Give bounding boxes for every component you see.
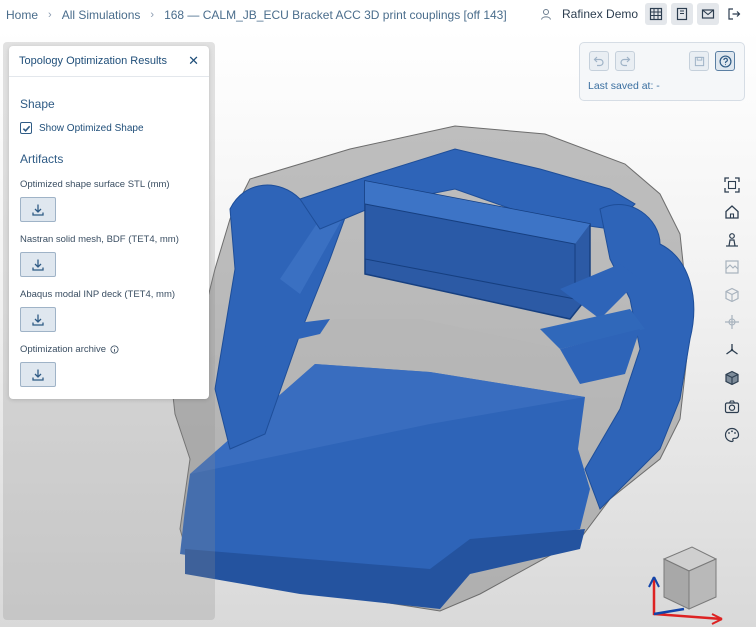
save-button[interactable] (689, 51, 709, 71)
download-stl-button[interactable] (20, 197, 56, 222)
checkmark-icon (22, 125, 30, 132)
color-button[interactable] (722, 425, 742, 445)
mail-icon (701, 9, 715, 19)
home-view-button[interactable] (722, 202, 742, 222)
artifact-label: Optimized shape surface STL (mm) (20, 179, 170, 190)
help-button[interactable] (715, 51, 735, 71)
table-view-button[interactable] (645, 3, 667, 25)
view-cube[interactable] (644, 539, 739, 627)
axes-icon (726, 344, 738, 355)
user-menu[interactable]: Rafinex Demo (540, 7, 638, 21)
palette-icon (724, 427, 740, 443)
save-toolbar: Last saved at: - (579, 42, 745, 101)
download-icon (32, 369, 44, 381)
user-name: Rafinex Demo (562, 7, 639, 21)
person-view-button[interactable] (722, 230, 742, 250)
mail-button[interactable] (697, 3, 719, 25)
help-icon (718, 54, 732, 68)
shape-section-title: Shape (20, 97, 55, 111)
artifact-label: Abaqus modal INP deck (TET4, mm) (20, 289, 176, 300)
section-button[interactable] (722, 312, 742, 332)
show-optimized-checkbox[interactable] (20, 122, 32, 134)
download-icon (32, 314, 44, 326)
undo-icon (593, 56, 604, 67)
close-icon[interactable]: ✕ (188, 53, 199, 69)
breadcrumb-all-simulations[interactable]: All Simulations (62, 8, 141, 22)
screenshot-button[interactable] (722, 397, 742, 417)
artifact-label: Optimization archive (20, 344, 107, 355)
redo-icon (620, 56, 631, 67)
artifacts-section-title: Artifacts (20, 152, 64, 166)
crosshair-icon (725, 315, 739, 329)
person-icon (726, 233, 738, 247)
texture-icon (725, 260, 739, 274)
artifact-label: Nastran solid mesh, BDF (TET4, mm) (20, 234, 179, 245)
fit-view-button[interactable] (722, 175, 742, 195)
redo-button[interactable] (615, 51, 635, 71)
breadcrumb: Home › All Simulations › 168 — CALM_JB_E… (0, 8, 507, 22)
save-icon (694, 56, 704, 66)
logout-button[interactable] (723, 3, 745, 25)
download-archive-button[interactable] (20, 362, 56, 387)
topology-results-panel: Topology Optimization Results ✕ Shape Sh… (9, 46, 209, 399)
breadcrumb-current: 168 — CALM_JB_ECU Bracket ACC 3D print c… (164, 7, 507, 22)
axes-button[interactable] (722, 340, 742, 360)
download-inp-button[interactable] (20, 307, 56, 332)
box-icon (725, 370, 739, 386)
texture-toggle-button[interactable] (722, 257, 742, 277)
download-icon (32, 259, 44, 271)
top-bar: Home › All Simulations › 168 — CALM_JB_E… (0, 0, 756, 29)
last-saved-text: Last saved at: - (588, 80, 660, 92)
artifact-label-row: Optimization archive (20, 344, 209, 355)
download-icon (32, 204, 44, 216)
info-icon[interactable] (110, 345, 119, 354)
breadcrumb-home[interactable]: Home (6, 8, 38, 22)
notebook-icon (676, 7, 688, 21)
download-bdf-button[interactable] (20, 252, 56, 277)
home-icon (725, 205, 739, 219)
panel-title: Topology Optimization Results (19, 55, 167, 67)
camera-icon (724, 400, 740, 414)
undo-button[interactable] (589, 51, 609, 71)
grid-table-icon (649, 7, 663, 21)
panel-header: Topology Optimization Results ✕ (9, 46, 209, 77)
box-view-button[interactable] (722, 368, 742, 388)
cube-icon (725, 287, 739, 303)
logout-icon (728, 8, 741, 20)
chevron-right-icon: › (150, 8, 155, 21)
chevron-right-icon: › (48, 8, 52, 21)
notes-button[interactable] (671, 3, 693, 25)
user-icon (541, 9, 551, 20)
fit-view-icon (724, 177, 740, 193)
solid-cube-button[interactable] (722, 285, 742, 305)
show-optimized-shape-row[interactable]: Show Optimized Shape (20, 122, 209, 134)
show-optimized-label: Show Optimized Shape (39, 122, 144, 134)
